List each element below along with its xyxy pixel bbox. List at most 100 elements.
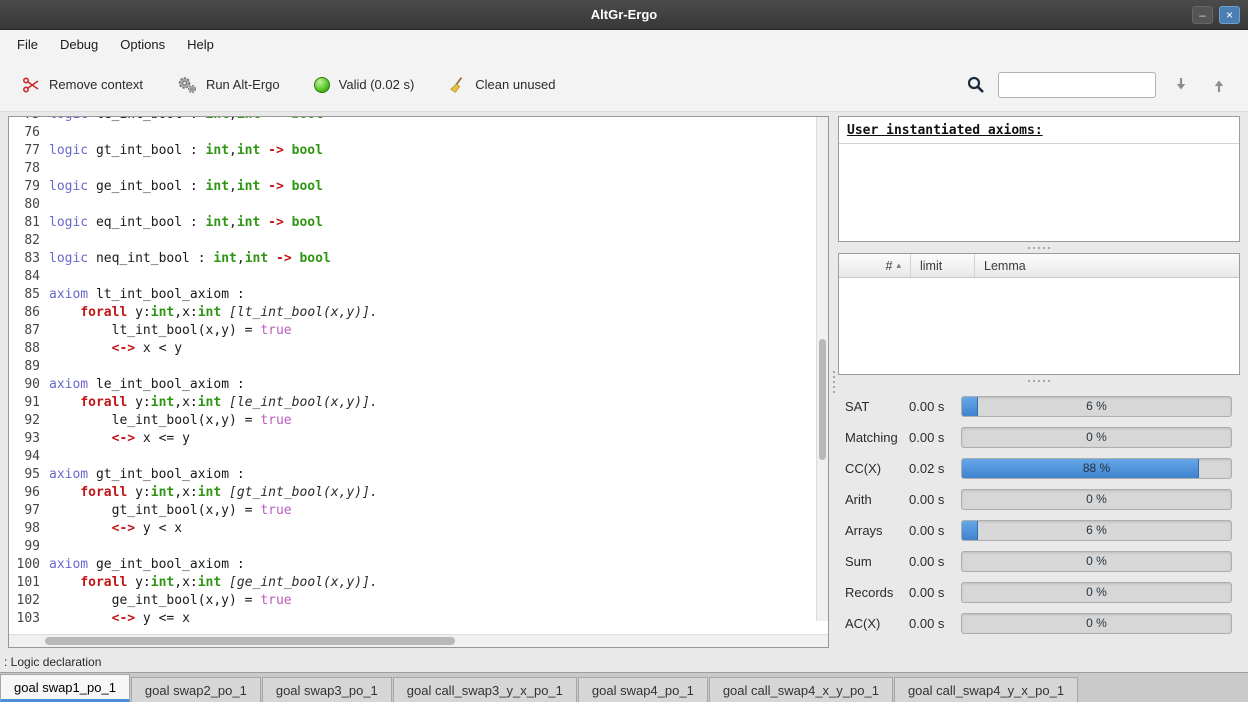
stats-panel: SAT0.00 s6 %Matching0.00 s0 %CC(X)0.02 s… bbox=[838, 386, 1240, 648]
code-token: -> bbox=[268, 143, 284, 158]
line-number: 77 bbox=[9, 142, 49, 160]
code-token: le_int_bool_axiom : bbox=[88, 377, 245, 392]
code-token bbox=[268, 251, 276, 266]
code-token: int bbox=[206, 215, 229, 230]
column-label: limit bbox=[920, 259, 942, 273]
code-token: int bbox=[198, 395, 221, 410]
code-token bbox=[221, 575, 229, 590]
code-line: 94 bbox=[9, 448, 828, 466]
menu-item-debug[interactable]: Debug bbox=[49, 32, 109, 57]
line-number: 80 bbox=[9, 196, 49, 214]
tab-goal-swap4_po_1[interactable]: goal swap4_po_1 bbox=[578, 677, 708, 702]
menu-item-options[interactable]: Options bbox=[109, 32, 176, 57]
code-token bbox=[221, 485, 229, 500]
stat-progressbar: 0 % bbox=[961, 582, 1232, 603]
code-token bbox=[221, 395, 229, 410]
code-token: bool bbox=[292, 215, 323, 230]
vertical-scroll-thumb[interactable] bbox=[819, 339, 826, 460]
lemma-column-lemma[interactable]: Lemma bbox=[975, 254, 1239, 277]
lemma-table-body[interactable] bbox=[839, 278, 1239, 374]
horizontal-scroll-thumb[interactable] bbox=[45, 637, 455, 645]
stat-time: 0.00 s bbox=[909, 585, 961, 600]
code-viewport[interactable]: 75logic le_int_bool : int,int -> bool767… bbox=[9, 117, 828, 634]
code-token: ge_int_bool : bbox=[88, 179, 205, 194]
sort-indicator-icon: ▴ bbox=[896, 260, 901, 271]
stat-label: Arith bbox=[845, 492, 909, 507]
code-token: int bbox=[237, 117, 260, 122]
pane-splitter-handle[interactable] bbox=[829, 116, 838, 648]
run-alt-ergo-button[interactable]: Run Alt-Ergo bbox=[177, 76, 280, 94]
tab-goal-swap2_po_1[interactable]: goal swap2_po_1 bbox=[131, 677, 261, 702]
code-token: axiom bbox=[49, 377, 88, 392]
menu-item-file[interactable]: File bbox=[6, 32, 49, 57]
clean-unused-button[interactable]: Clean unused bbox=[448, 76, 555, 94]
code-token: -> bbox=[276, 251, 292, 266]
line-number: 91 bbox=[9, 394, 49, 412]
goto-top-button[interactable] bbox=[1206, 72, 1232, 98]
stat-percent-label: 0 % bbox=[962, 583, 1231, 602]
stat-progressbar: 88 % bbox=[961, 458, 1232, 479]
line-number: 88 bbox=[9, 340, 49, 358]
code-token: ,x: bbox=[174, 575, 197, 590]
editor-vertical-scrollbar[interactable] bbox=[816, 117, 828, 621]
line-text: forall y:int,x:int [ge_int_bool(x,y)]. bbox=[49, 574, 378, 592]
goal-tab-bar: goal swap1_po_1goal swap2_po_1goal swap3… bbox=[0, 672, 1248, 702]
result-status: Valid (0.02 s) bbox=[314, 77, 415, 93]
tab-goal-call_swap4_x_y_po_1[interactable]: goal call_swap4_x_y_po_1 bbox=[709, 677, 893, 702]
search-area bbox=[966, 72, 1232, 98]
instantiated-axioms-list[interactable] bbox=[839, 144, 1239, 241]
close-button[interactable]: × bbox=[1219, 6, 1240, 24]
line-text: forall y:int,x:int [lt_int_bool(x,y)]. bbox=[49, 304, 378, 322]
code-token: int bbox=[206, 117, 229, 122]
code-token: [gt_int_bool(x,y)]. bbox=[229, 485, 378, 500]
line-number: 98 bbox=[9, 520, 49, 538]
code-line: 86 forall y:int,x:int [lt_int_bool(x,y)]… bbox=[9, 304, 828, 322]
code-token bbox=[284, 143, 292, 158]
code-token: <-> bbox=[112, 611, 135, 626]
line-text: ge_int_bool(x,y) = true bbox=[49, 592, 292, 610]
code-token: , bbox=[229, 143, 237, 158]
remove-context-button[interactable]: Remove context bbox=[22, 76, 143, 94]
code-line: 83logic neq_int_bool : int,int -> bool bbox=[9, 250, 828, 268]
status-bar: : Logic declaration bbox=[0, 652, 1248, 672]
search-input[interactable] bbox=[998, 72, 1156, 98]
code-token: y: bbox=[127, 305, 150, 320]
scissors-icon bbox=[22, 76, 40, 94]
editor-horizontal-scrollbar[interactable] bbox=[9, 634, 828, 647]
line-number: 76 bbox=[9, 124, 49, 142]
code-token: [ge_int_bool(x,y)]. bbox=[229, 575, 378, 590]
menu-item-help[interactable]: Help bbox=[176, 32, 225, 57]
code-token: eq_int_bool : bbox=[88, 215, 205, 230]
table-stats-splitter-handle[interactable] bbox=[838, 375, 1240, 386]
stat-time: 0.00 s bbox=[909, 554, 961, 569]
code-token bbox=[49, 341, 112, 356]
line-number: 103 bbox=[9, 610, 49, 628]
stat-row-acx: AC(X)0.00 s0 % bbox=[845, 612, 1232, 634]
tab-goal-call_swap3_y_x_po_1[interactable]: goal call_swap3_y_x_po_1 bbox=[393, 677, 577, 702]
line-number: 95 bbox=[9, 466, 49, 484]
code-token: ,x: bbox=[174, 485, 197, 500]
tab-goal-swap1_po_1[interactable]: goal swap1_po_1 bbox=[0, 674, 130, 702]
line-number: 94 bbox=[9, 448, 49, 466]
tab-goal-call_swap4_y_x_po_1[interactable]: goal call_swap4_y_x_po_1 bbox=[894, 677, 1078, 702]
tab-goal-swap3_po_1[interactable]: goal swap3_po_1 bbox=[262, 677, 392, 702]
minimize-button[interactable]: – bbox=[1192, 6, 1213, 24]
code-line: 102 ge_int_bool(x,y) = true bbox=[9, 592, 828, 610]
stat-time: 0.00 s bbox=[909, 523, 961, 538]
line-text: axiom le_int_bool_axiom : bbox=[49, 376, 245, 394]
line-text: <-> x <= y bbox=[49, 430, 190, 448]
code-token: logic bbox=[49, 117, 88, 122]
goto-bottom-button[interactable] bbox=[1168, 72, 1194, 98]
code-token: true bbox=[260, 593, 291, 608]
code-token: <-> bbox=[112, 431, 135, 446]
line-text: forall y:int,x:int [le_int_bool(x,y)]. bbox=[49, 394, 378, 412]
lemma-column-number[interactable]: #▴ bbox=[839, 254, 911, 277]
axioms-table-splitter-handle[interactable] bbox=[838, 242, 1240, 253]
code-token bbox=[260, 117, 268, 122]
stat-row-sum: Sum0.00 s0 % bbox=[845, 550, 1232, 572]
code-line: 76 bbox=[9, 124, 828, 142]
code-line: 95axiom gt_int_bool_axiom : bbox=[9, 466, 828, 484]
code-line: 85axiom lt_int_bool_axiom : bbox=[9, 286, 828, 304]
lemma-column-limit[interactable]: limit bbox=[911, 254, 975, 277]
line-number: 84 bbox=[9, 268, 49, 286]
